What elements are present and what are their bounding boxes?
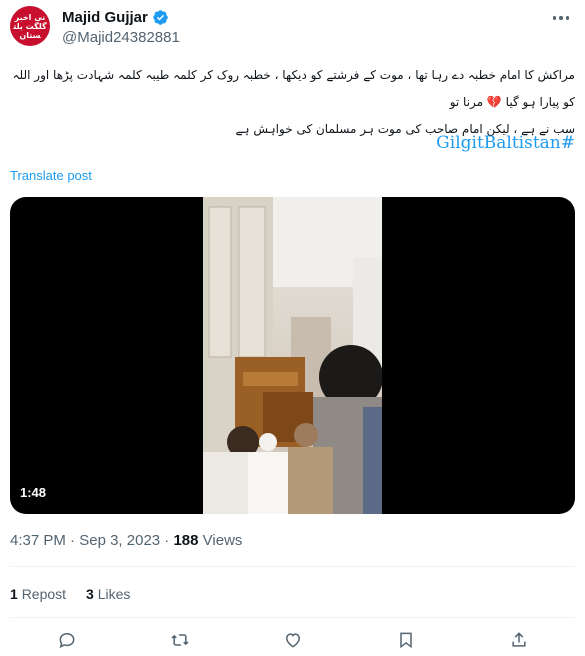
likes-stat[interactable]: 3 Likes [86, 586, 130, 602]
bookmark-icon[interactable] [394, 628, 418, 652]
video-frame [203, 197, 382, 514]
author-display-name[interactable]: Majid Gujjar [62, 9, 148, 26]
reposts-stat[interactable]: 1 Repost [10, 586, 66, 602]
reposts-label: Repost [21, 586, 67, 602]
avatar[interactable]: نی اخبر گلگت بلتستان [10, 6, 50, 46]
translate-post-link[interactable]: Translate post [10, 168, 92, 183]
action-bar [10, 628, 575, 652]
author-handle[interactable]: @Majid24382881 [62, 29, 180, 46]
post-header: نی اخبر گلگت بلتستان Majid Gujjar @Majid… [10, 6, 575, 50]
engagement-stats: 1 Repost 3 Likes [10, 586, 130, 602]
video-thumbnail [203, 197, 382, 514]
divider [10, 566, 575, 567]
views-label: Views [202, 532, 243, 549]
share-icon[interactable] [507, 628, 531, 652]
author-name-row: Majid Gujjar [62, 9, 169, 26]
post-text-line-1: مراکش کا امام خطبہ دے رہا تھا ، موت کے ف… [12, 68, 576, 109]
post-text: مراکش کا امام خطبہ دے رہا تھا ، موت کے ف… [10, 62, 576, 143]
likes-label: Likes [97, 586, 131, 602]
avatar-logo-text: نی اخبر گلگت بلتستان [13, 12, 47, 40]
reposts-count: 1 [10, 586, 18, 602]
views-count: 188 [173, 532, 199, 549]
hashtag-link[interactable]: GilgitBaltistan# [436, 133, 575, 153]
post-meta: 4:37 PM · Sep 3, 2023 · 188 Views [10, 532, 242, 549]
video-duration: 1:48 [20, 485, 47, 500]
post-date[interactable]: Sep 3, 2023 [79, 532, 160, 549]
divider [10, 617, 575, 618]
repost-icon[interactable] [168, 628, 192, 652]
verified-badge-icon [153, 10, 168, 25]
reply-icon[interactable] [55, 628, 79, 652]
post-time[interactable]: 4:37 PM [10, 532, 66, 549]
more-options-icon[interactable] [551, 10, 571, 26]
video-player[interactable]: 1:48 [10, 197, 575, 514]
meta-separator: · [70, 532, 80, 549]
likes-count: 3 [86, 586, 94, 602]
like-heart-icon[interactable] [281, 628, 305, 652]
